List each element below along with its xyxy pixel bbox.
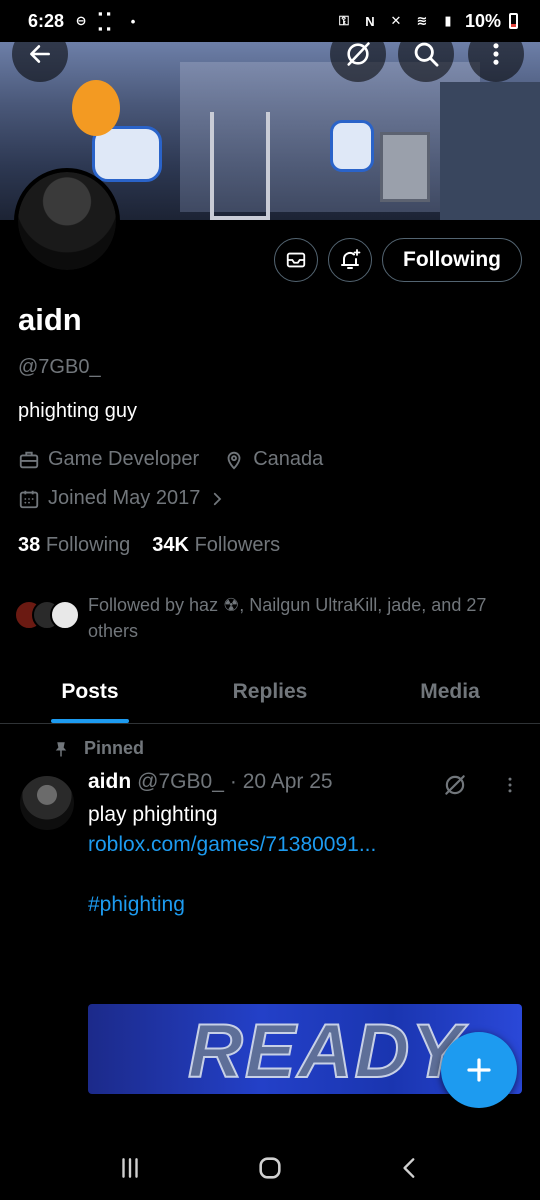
recent-apps-icon[interactable] xyxy=(117,1155,143,1181)
more-vertical-icon[interactable] xyxy=(500,775,520,795)
profession: Game Developer xyxy=(48,448,200,470)
notification-icons: ▪ ▪ ▪ ▪ xyxy=(98,6,111,36)
location: Canada xyxy=(253,448,324,470)
joined-row[interactable]: Joined May 2017 xyxy=(18,487,226,510)
follow-stats: 38 Following 34K Followers xyxy=(18,534,280,557)
back-nav-icon[interactable] xyxy=(397,1155,423,1181)
avatar-image xyxy=(18,172,116,270)
profile-meta-row: Game Developer Canada xyxy=(18,448,323,471)
dnd-icon: ⊖ xyxy=(75,13,87,28)
tab-replies[interactable]: Replies xyxy=(180,660,360,723)
grok-icon[interactable] xyxy=(442,772,468,798)
nfc-icon: N xyxy=(365,13,375,29)
tweet-hashtag[interactable]: #phighting xyxy=(88,890,376,920)
home-icon[interactable] xyxy=(256,1154,284,1182)
followed-by[interactable]: Followed by haz ☢, Nailgun UltraKill, ja… xyxy=(14,592,524,644)
wifi-icon: ≋ xyxy=(416,13,428,28)
profile-bio: phighting guy xyxy=(18,400,137,422)
search-icon xyxy=(414,42,439,67)
calendar-icon xyxy=(19,490,39,508)
followers-label: Followers xyxy=(194,534,281,556)
following-label: Following xyxy=(45,534,131,556)
media-caption: READY xyxy=(187,1008,465,1094)
pin-icon xyxy=(55,741,67,756)
status-bar: 6:28 ⊖ ▪ ▪ ▪ ▪ • ⚿ N ✕ ≋ ▮ 10% xyxy=(0,0,540,42)
message-button[interactable] xyxy=(274,238,319,282)
key-icon: ⚿ xyxy=(339,13,349,28)
profile-name: aidn xyxy=(18,302,82,337)
following-stat[interactable]: 38 Following xyxy=(18,534,130,557)
joined-date: Joined May 2017 xyxy=(48,487,201,509)
system-nav-bar xyxy=(0,1136,540,1200)
following-count: 38 xyxy=(18,534,41,556)
following-button[interactable]: Following xyxy=(382,238,522,282)
arrow-left-icon xyxy=(30,45,50,63)
pinned-indicator: Pinned xyxy=(52,738,144,759)
plus-icon xyxy=(467,1058,491,1082)
profile-avatar[interactable] xyxy=(14,168,120,274)
followers-count: 34K xyxy=(152,534,189,556)
notifications-button[interactable] xyxy=(328,238,373,282)
tweet-link[interactable]: roblox.com/games/71380091... xyxy=(88,830,376,860)
envelope-icon xyxy=(286,252,306,268)
followers-stat[interactable]: 34K Followers xyxy=(152,534,280,557)
battery-text: 10% xyxy=(464,10,501,31)
pinned-label: Pinned xyxy=(84,738,145,758)
tweet-handle: @7GB0_ xyxy=(137,770,224,793)
follower-avatars xyxy=(14,596,80,636)
bell-plus-icon xyxy=(341,249,361,269)
tab-media[interactable]: Media xyxy=(360,660,540,723)
profile-tabs: Posts Replies Media xyxy=(0,660,540,724)
tweet-avatar[interactable] xyxy=(20,776,74,830)
tweet-author[interactable]: aidn xyxy=(88,770,131,794)
tweet-actions xyxy=(442,772,520,798)
grok-icon xyxy=(347,42,370,66)
followed-by-text: Followed by haz ☢, Nailgun UltraKill, ja… xyxy=(88,595,487,641)
signal-icon: ▮ xyxy=(444,13,452,28)
chevron-right-icon xyxy=(214,492,222,505)
tweet-text: play phighting xyxy=(88,803,218,826)
clock: 6:28 xyxy=(28,10,65,31)
compose-button[interactable] xyxy=(441,1032,517,1108)
location-icon xyxy=(227,451,241,470)
dot-icon: • xyxy=(130,13,136,29)
follower-avatar xyxy=(50,600,80,630)
tweet-header: aidn @7GB0_ · 20 Apr 25 xyxy=(88,770,333,794)
tweet-body: play phighting roblox.com/games/71380091… xyxy=(88,800,376,920)
profile-actions: Following xyxy=(274,238,522,282)
battery-icon xyxy=(509,13,518,29)
mute-icon: ✕ xyxy=(390,13,402,28)
profile-handle: @7GB0_ xyxy=(18,356,101,378)
briefcase-icon xyxy=(19,451,39,468)
tab-posts[interactable]: Posts xyxy=(0,660,180,723)
more-vertical-icon xyxy=(493,43,499,65)
tweet-date: · 20 Apr 25 xyxy=(229,770,333,793)
